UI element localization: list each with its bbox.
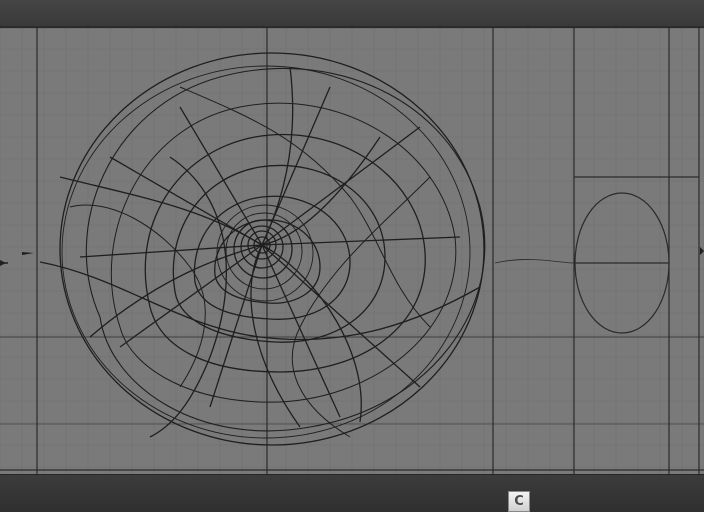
fine-grid [0, 27, 704, 474]
drawing-canvas[interactable] [0, 27, 704, 474]
drawing-viewport[interactable] [0, 27, 704, 474]
bottom-toolbar: C [0, 474, 704, 512]
cad-application-window: C [0, 0, 704, 512]
c-shape-tool-button[interactable]: C [508, 491, 530, 512]
c-shape-icon: C [514, 494, 524, 509]
top-toolbar [0, 0, 704, 27]
spiral-sketch[interactable] [0, 52, 486, 446]
